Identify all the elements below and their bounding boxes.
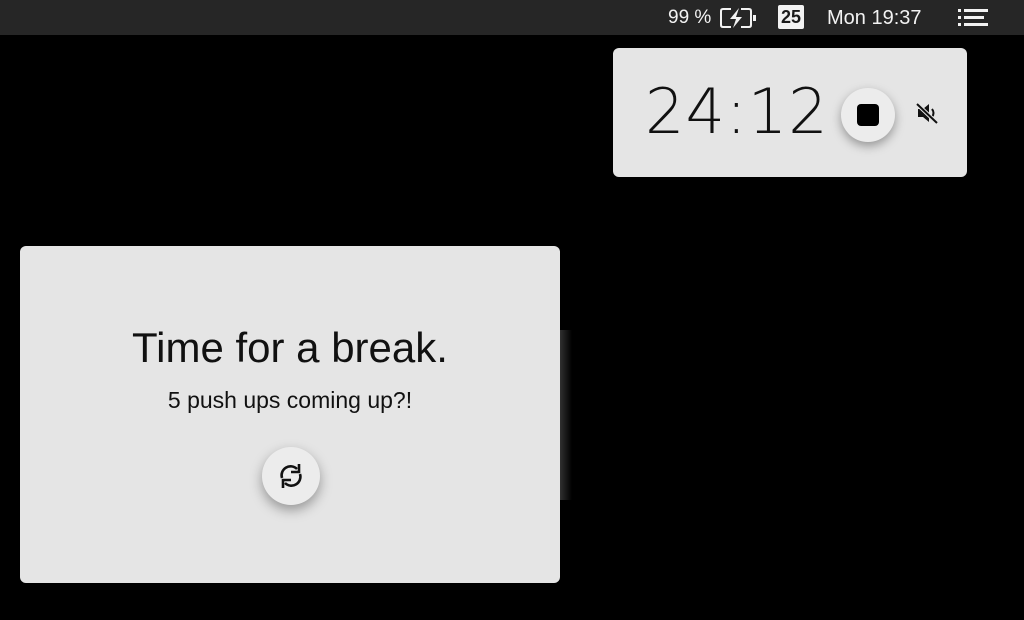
break-subtitle: 5 push ups coming up?!	[167, 387, 413, 413]
top-menubar: 99 % 25 Mon 19:37	[0, 0, 1024, 35]
list-menu-icon[interactable]	[958, 8, 990, 28]
battery-charging-icon[interactable]	[719, 7, 759, 29]
volume-off-icon[interactable]	[913, 100, 943, 126]
battery-percent: 99 %	[668, 7, 712, 28]
stop-button[interactable]	[841, 88, 895, 142]
refresh-button[interactable]	[262, 447, 320, 505]
break-card-shadow-edge	[560, 330, 572, 500]
timer-countdown: 24:12	[645, 75, 829, 148]
break-title: Time for a break.	[132, 324, 448, 371]
refresh-icon	[280, 464, 302, 488]
menubar-clock[interactable]: Mon 19:37	[827, 6, 922, 30]
break-reminder-card: Time for a break. 5 push ups coming up?!	[20, 246, 560, 583]
timer-panel: 24:12	[613, 48, 967, 177]
stop-icon	[857, 104, 879, 126]
calendar-date-badge[interactable]: 25	[778, 5, 804, 29]
